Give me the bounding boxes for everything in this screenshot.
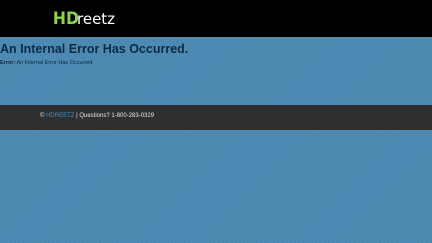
svg-text:HD: HD xyxy=(53,8,79,28)
site-logo[interactable]: HD reetz HD reetz xyxy=(52,4,116,34)
copyright-symbol: © xyxy=(40,113,45,119)
contact-info: | Questions? 1-800-283-0329 xyxy=(76,113,155,119)
brand-link[interactable]: HDREETZ xyxy=(46,113,74,119)
svg-text:reetz: reetz xyxy=(77,32,115,34)
error-title: An Internal Error Has Occurred. xyxy=(0,42,189,56)
footer-text: © HDREETZ | Questions? 1-800-283-0329 xyxy=(40,113,154,119)
error-detail: Error: An Internal Error Has Occurred. xyxy=(0,60,94,66)
site-header: HD reetz HD reetz xyxy=(0,0,432,37)
site-footer: © HDREETZ | Questions? 1-800-283-0329 xyxy=(0,105,432,130)
svg-text:reetz: reetz xyxy=(77,10,115,28)
error-label: Error: xyxy=(0,60,16,66)
hdreetz-logo-graphic: HD reetz HD reetz xyxy=(53,8,115,34)
error-message: An Internal Error Has Occurred. xyxy=(16,60,94,66)
svg-text:HD: HD xyxy=(53,32,79,34)
